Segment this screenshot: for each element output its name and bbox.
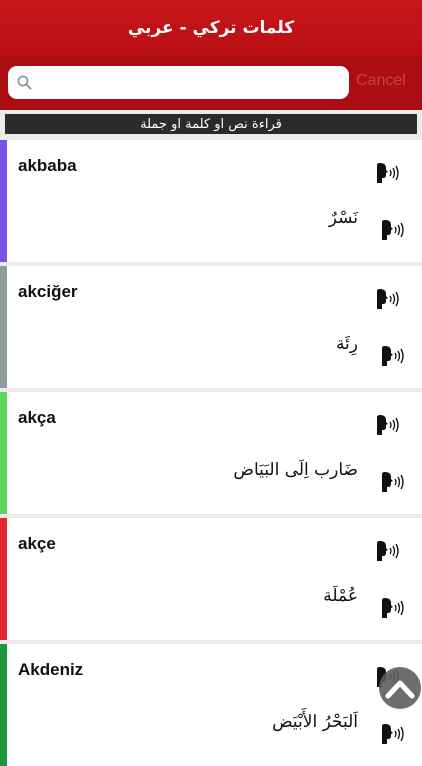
- list-item[interactable]: Akdeniz اَلبَحْرُ الأَبْيَض: [0, 644, 422, 766]
- search-icon: [17, 75, 32, 90]
- speaker-icon[interactable]: [380, 345, 406, 367]
- category-stripe: [0, 518, 7, 640]
- search-bar: Cancel: [0, 56, 422, 110]
- turkish-word: akça: [18, 408, 56, 427]
- category-stripe: [0, 266, 7, 388]
- scroll-to-top-button[interactable]: [379, 667, 421, 709]
- speaker-icon[interactable]: [380, 471, 406, 493]
- arabic-translation: نَسْرٌ: [328, 208, 358, 228]
- speaker-icon[interactable]: [380, 219, 406, 241]
- list-item[interactable]: akçe عُمْلَة: [0, 518, 422, 640]
- arabic-translation: ضَارب اِلَى البَيَاض: [233, 460, 358, 480]
- speaker-icon[interactable]: [375, 288, 401, 310]
- turkish-word: akciğer: [18, 282, 78, 301]
- list-item[interactable]: akça ضَارب اِلَى البَيَاض: [0, 392, 422, 514]
- arabic-translation: عُمْلَة: [323, 586, 358, 606]
- speaker-icon[interactable]: [380, 597, 406, 619]
- list-item[interactable]: akciğer رِئَة: [0, 266, 422, 388]
- turkish-word: Akdeniz: [18, 660, 84, 679]
- speaker-icon[interactable]: [375, 540, 401, 562]
- search-input[interactable]: [38, 66, 342, 101]
- page-title: كلمات تركي - عربي: [127, 18, 295, 38]
- speaker-icon[interactable]: [375, 414, 401, 436]
- speaker-icon[interactable]: [375, 162, 401, 184]
- category-stripe: [0, 644, 7, 766]
- category-stripe: [0, 140, 7, 262]
- app-title-bar: كلمات تركي - عربي: [0, 0, 422, 56]
- category-stripe: [0, 392, 7, 514]
- turkish-word: akbaba: [18, 156, 77, 175]
- read-text-button[interactable]: قراءة نص او كلمة او جملة: [5, 114, 417, 134]
- turkish-word: akçe: [18, 534, 56, 553]
- cancel-button[interactable]: Cancel: [356, 72, 406, 90]
- speaker-icon[interactable]: [380, 723, 406, 745]
- chevron-up-icon: [385, 680, 415, 699]
- arabic-translation: رِئَة: [335, 334, 358, 354]
- search-field[interactable]: [8, 66, 349, 101]
- list-item[interactable]: akbaba نَسْرٌ: [0, 140, 422, 262]
- read-text-label: قراءة نص او كلمة او جملة: [140, 116, 282, 132]
- arabic-translation: اَلبَحْرُ الأَبْيَض: [272, 712, 358, 732]
